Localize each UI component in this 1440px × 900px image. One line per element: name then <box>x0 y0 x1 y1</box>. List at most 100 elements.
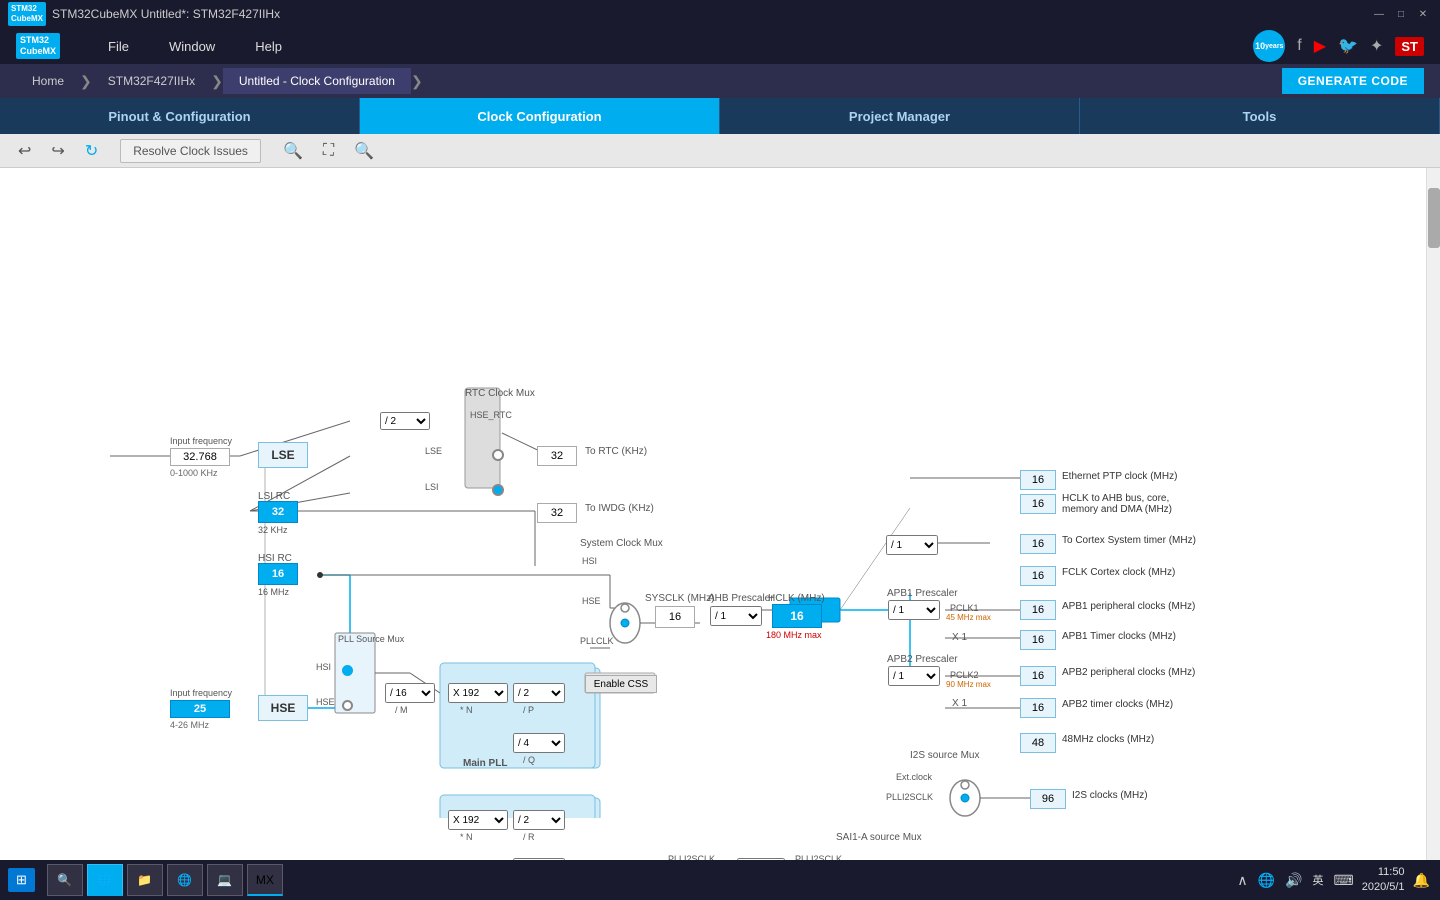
taskbar-cubemx[interactable]: MX <box>247 864 283 896</box>
div-m-select[interactable]: / 16/ 8/ 4/ 2 <box>385 683 435 703</box>
sysclk-mux-label: System Clock Mux <box>580 538 663 549</box>
tray-notification[interactable]: 🔔 <box>1411 870 1432 891</box>
breadcrumb-chip[interactable]: STM32F427IIHx <box>92 68 211 94</box>
apb2-div-select[interactable]: / 1/ 2/ 4 <box>888 666 940 686</box>
undo-button[interactable]: ↩ <box>12 137 37 165</box>
menu-window[interactable]: Window <box>149 31 235 62</box>
apb1-timer-box[interactable]: 16 <box>1020 630 1056 650</box>
apb1-periph-label: APB1 peripheral clocks (MHz) <box>1062 601 1195 612</box>
close-button[interactable]: ✕ <box>1414 5 1432 23</box>
breadcrumb: Home ❯ STM32F427IIHx ❯ Untitled - Clock … <box>0 64 1440 98</box>
hsi-box[interactable]: 16 <box>258 563 298 585</box>
cortex-div-select[interactable]: / 1/ 8 <box>886 535 938 555</box>
apb2-periph-box[interactable]: 16 <box>1020 666 1056 686</box>
twitter-icon[interactable]: 🐦 <box>1338 36 1358 56</box>
main-area: Input frequency 32.768 0-1000 KHz LSE LS… <box>0 168 1440 900</box>
hse-div2-select[interactable]: / 2/ 4/ 8 <box>380 412 430 430</box>
anniversary-badge: 10years <box>1253 30 1285 62</box>
breadcrumb-current[interactable]: Untitled - Clock Configuration <box>223 68 411 94</box>
minimize-button[interactable]: — <box>1370 5 1388 23</box>
network-icon[interactable]: ✦ <box>1370 36 1383 56</box>
apb1-periph-box[interactable]: 16 <box>1020 600 1056 620</box>
plli2s-n-label: * N <box>460 832 473 842</box>
youtube-icon[interactable]: ▶ <box>1314 36 1326 56</box>
apb2-prescaler-label: APB2 Prescaler <box>887 654 958 665</box>
hsi-pll-option[interactable] <box>342 665 353 676</box>
lse-range-label: 0-1000 KHz <box>170 468 218 478</box>
lse-rtc-option[interactable] <box>492 449 504 461</box>
pllclk-label: PLLCLK <box>580 636 614 646</box>
clock-diagram[interactable]: Input frequency 32.768 0-1000 KHz LSE LS… <box>0 168 1426 900</box>
pclk2-label: PCLK2 <box>950 670 979 680</box>
tab-project[interactable]: Project Manager <box>720 98 1080 134</box>
hclk-ahb-box[interactable]: 16 <box>1020 494 1056 514</box>
iwdg-output-box[interactable]: 32 <box>537 503 577 523</box>
maximize-button[interactable]: □ <box>1392 5 1410 23</box>
apb2-timer-box[interactable]: 16 <box>1020 698 1056 718</box>
breadcrumb-home[interactable]: Home <box>16 68 80 94</box>
taskbar-edge[interactable]: 🌐 <box>167 864 203 896</box>
tray-network-icon[interactable]: 🌐 <box>1256 870 1277 891</box>
hsi-mhz-label: 16 MHz <box>258 587 289 597</box>
taskbar-files[interactable]: 📁 <box>127 864 163 896</box>
plli2s-div-r-select[interactable]: / 2/ 3/ 4 <box>513 810 565 830</box>
cortex-timer-box[interactable]: 16 <box>1020 534 1056 554</box>
taskbar-search[interactable]: 🔍 <box>47 864 83 896</box>
ethernet-ptp-box[interactable]: 16 <box>1020 470 1056 490</box>
rtc-output-box[interactable]: 32 <box>537 446 577 466</box>
mult-n-select[interactable]: X 192X 100X 50 <box>448 683 508 703</box>
x1-apb2-label: X 1 <box>952 698 967 709</box>
to-iwdg-label: To IWDG (KHz) <box>585 503 654 514</box>
tray-keyboard[interactable]: ⌨ <box>1332 870 1356 891</box>
resolve-clock-button[interactable]: Resolve Clock Issues <box>120 139 261 163</box>
i2s-clk-box[interactable]: 96 <box>1030 789 1066 809</box>
hsi-pll-label: HSI <box>316 662 331 672</box>
taskbar-browser[interactable]: 🌐 <box>87 864 123 896</box>
tray-expand[interactable]: ∧ <box>1235 870 1249 891</box>
menu-help[interactable]: Help <box>235 31 302 62</box>
fit-button[interactable]: ⛶ <box>317 138 340 164</box>
tray-volume-icon[interactable]: 🔊 <box>1283 870 1304 891</box>
scrollbar-thumb[interactable] <box>1428 188 1440 248</box>
facebook-icon[interactable]: f <box>1297 37 1301 55</box>
pclk1-label: PCLK1 <box>950 603 979 613</box>
taskbar: ⊞ 🔍 🌐 📁 🌐 💻 MX ∧ 🌐 🔊 英 ⌨ 11:50 2020/5/1 … <box>0 860 1440 900</box>
lsi-rtc-option[interactable] <box>492 484 504 496</box>
div-q-select[interactable]: / 4/ 2/ 6 <box>513 733 565 753</box>
plli2sclk-label: PLLI2SCLK <box>886 792 933 802</box>
mhz48-box[interactable]: 48 <box>1020 733 1056 753</box>
lsi-box[interactable]: 32 <box>258 501 298 523</box>
generate-code-button[interactable]: GENERATE CODE <box>1282 68 1424 94</box>
apb1-prescaler-label: APB1 Prescaler <box>887 588 958 599</box>
enable-css-btn[interactable]: Enable CSS <box>585 675 657 693</box>
start-button[interactable]: ⊞ <box>8 868 35 892</box>
hse-pll-option[interactable] <box>342 700 353 711</box>
fclk-box[interactable]: 16 <box>1020 566 1056 586</box>
breadcrumb-arrow-1: ❯ <box>80 73 92 90</box>
tab-tools[interactable]: Tools <box>1080 98 1440 134</box>
plli2s-mult-n-select[interactable]: X 192X 100 <box>448 810 508 830</box>
zoom-in-button[interactable]: 🔍 <box>277 137 309 165</box>
redo-button[interactable]: ↪ <box>45 137 70 165</box>
tab-clock[interactable]: Clock Configuration <box>360 98 720 134</box>
apb1-div-select[interactable]: / 1/ 2/ 4 <box>888 600 940 620</box>
i2s-mux-label: I2S source Mux <box>910 750 979 761</box>
taskbar-store[interactable]: 💻 <box>207 864 243 896</box>
hclk-ahb-label: HCLK to AHB bus, core, memory and DMA (M… <box>1062 493 1200 515</box>
div-p-select[interactable]: / 2/ 4/ 6/ 8 <box>513 683 565 703</box>
ahb-div-select[interactable]: / 1/ 2/ 4 <box>710 606 762 626</box>
zoom-out-button[interactable]: 🔍 <box>348 137 380 165</box>
menu-file[interactable]: File <box>88 31 149 62</box>
rtc-mux-label: RTC Clock Mux <box>465 388 535 399</box>
sai1a-mux-label: SAI1-A source Mux <box>836 832 922 843</box>
lse-input-box[interactable]: 32.768 <box>170 448 230 466</box>
apb2-timer-label: APB2 timer clocks (MHz) <box>1062 699 1173 710</box>
hsi-mux-label: HSI <box>582 556 597 566</box>
refresh-button[interactable]: ↻ <box>79 137 104 165</box>
scrollbar[interactable] <box>1426 168 1440 900</box>
fclk-label: FCLK Cortex clock (MHz) <box>1062 567 1175 578</box>
hclk-box[interactable]: 16 <box>772 604 822 628</box>
hse-input-box[interactable]: 25 <box>170 700 230 718</box>
sysclk-box[interactable]: 16 <box>655 606 695 628</box>
tab-pinout[interactable]: Pinout & Configuration <box>0 98 360 134</box>
